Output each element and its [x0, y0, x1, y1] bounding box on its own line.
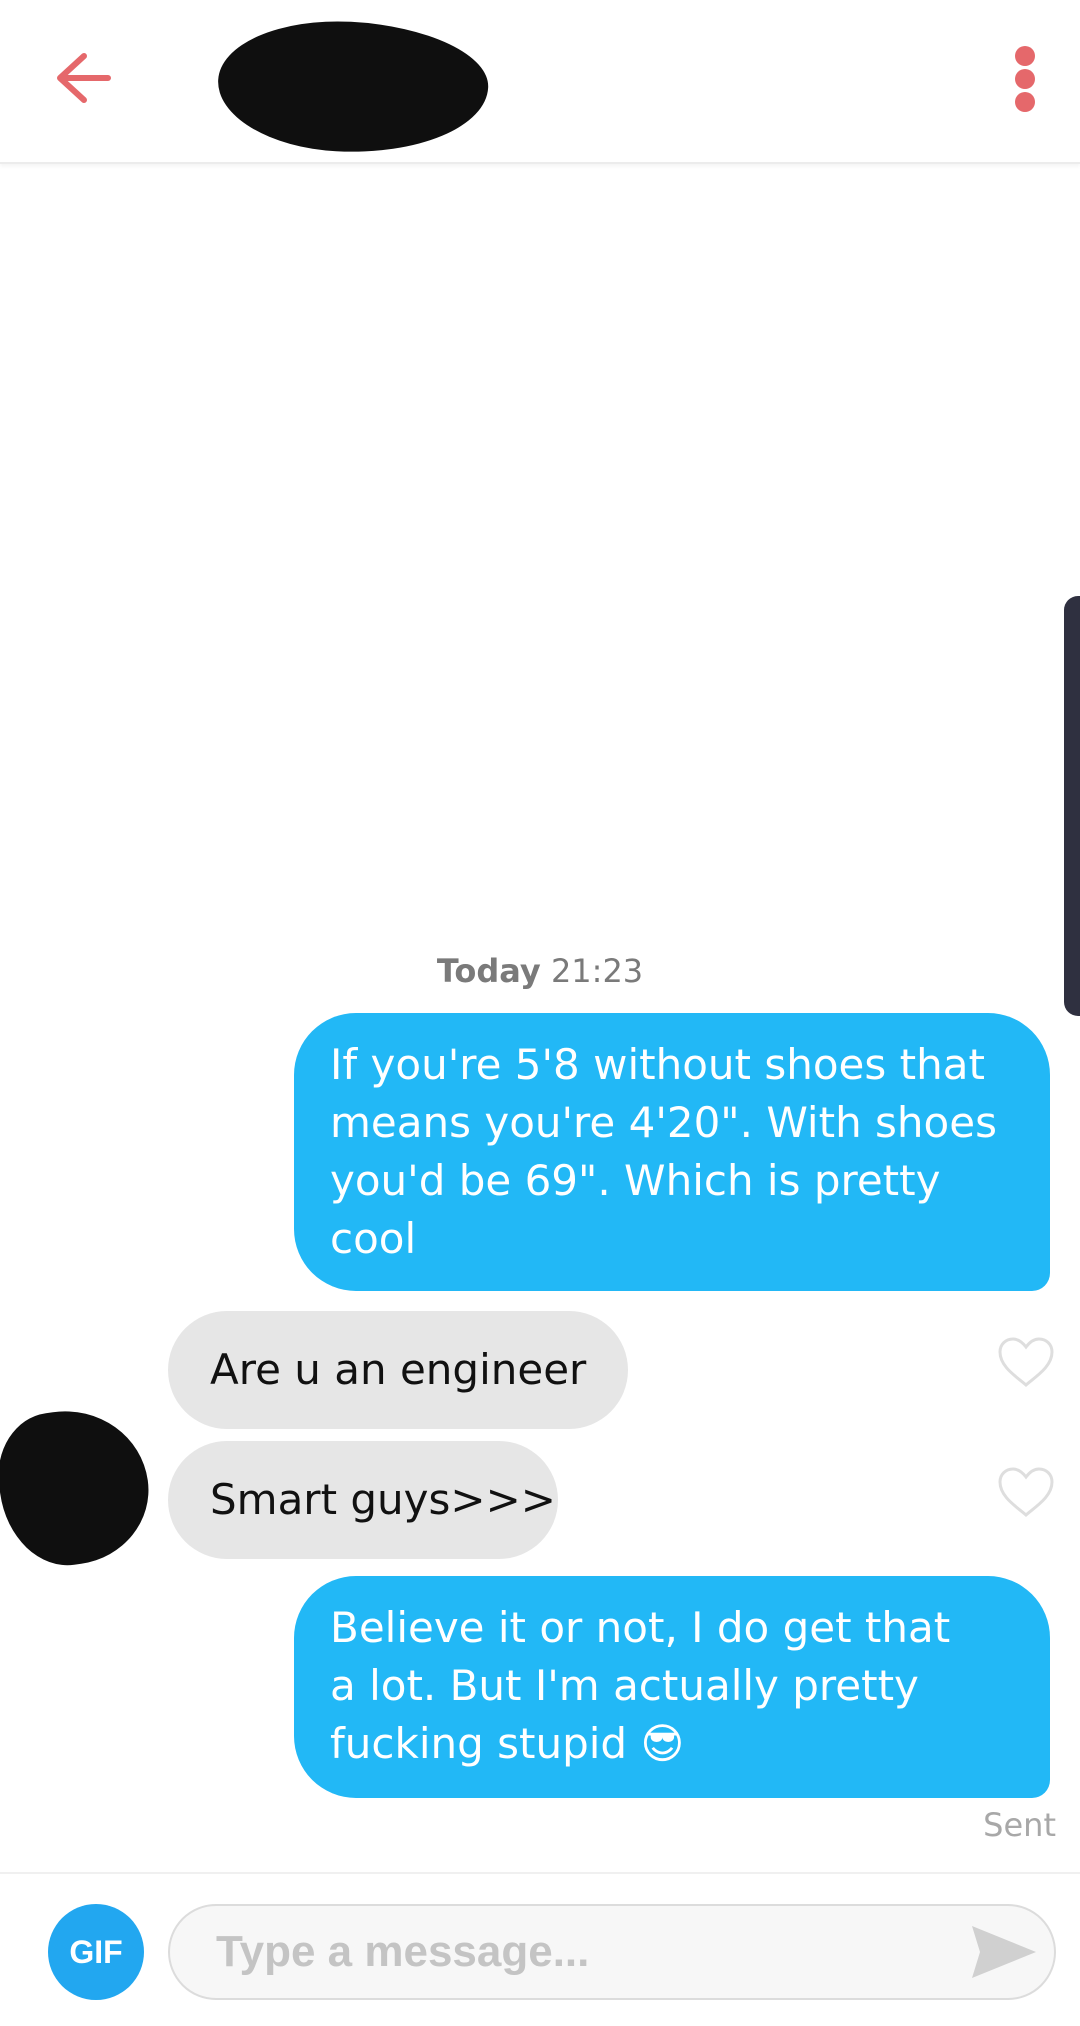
message-text: Smart guys>>>	[210, 1475, 556, 1524]
send-button[interactable]	[968, 1922, 1040, 1982]
arrow-left-icon	[57, 53, 111, 103]
message-line: If you're 5'8 without shoes that	[330, 1040, 985, 1089]
message-bubble-outgoing[interactable]: Believe it or not, I do get that a lot. …	[294, 1576, 1050, 1798]
back-button[interactable]	[48, 40, 128, 120]
more-options-button[interactable]	[1004, 40, 1044, 120]
timestamp-time: 21:23	[550, 952, 644, 990]
message-line: a lot. But I'm actually pretty	[330, 1661, 919, 1710]
chat-header	[0, 0, 1080, 164]
message-bubble-outgoing[interactable]: If you're 5'8 without shoes that means y…	[294, 1013, 1050, 1291]
heart-icon	[998, 1337, 1054, 1388]
message-line: cool	[330, 1214, 417, 1263]
gif-button[interactable]: GIF	[48, 1904, 144, 2000]
message-line: Believe it or not, I do get that	[330, 1603, 951, 1652]
message-input[interactable]	[168, 1904, 1056, 2000]
message-bubble-incoming[interactable]: Are u an engineer	[168, 1311, 628, 1429]
message-line: fucking stupid 😎	[330, 1715, 1030, 1773]
redacted-profile-name	[214, 15, 492, 159]
message-composer: GIF	[0, 1872, 1080, 2026]
conversation-timestamp: Today 21:23	[0, 952, 1080, 990]
delivery-status: Sent	[983, 1806, 1056, 1844]
sunglasses-emoji: 😎	[640, 1719, 685, 1768]
timestamp-day: Today	[436, 952, 541, 990]
like-message-button[interactable]	[997, 1336, 1055, 1388]
message-line: you'd be 69". Which is pretty	[330, 1156, 941, 1205]
like-message-button[interactable]	[997, 1466, 1055, 1518]
send-icon	[972, 1926, 1036, 1978]
heart-icon	[998, 1467, 1054, 1518]
message-text: Are u an engineer	[210, 1345, 587, 1394]
redacted-avatar[interactable]	[0, 1400, 158, 1574]
message-line-text: fucking stupid	[330, 1719, 628, 1768]
message-bubble-incoming[interactable]: Smart guys>>>	[168, 1441, 558, 1559]
message-line: means you're 4'20". With shoes	[330, 1098, 997, 1147]
